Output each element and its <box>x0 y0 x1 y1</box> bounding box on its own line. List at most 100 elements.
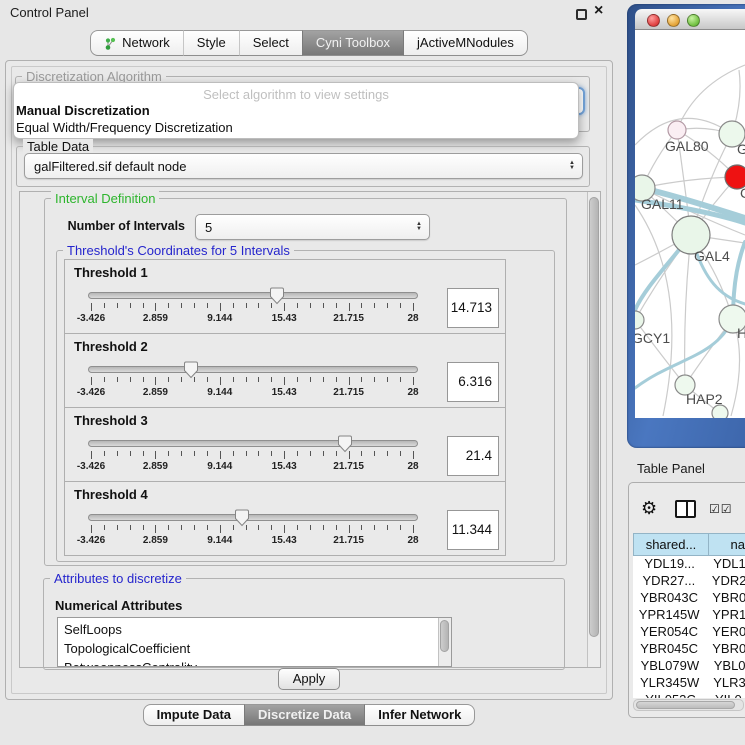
slider-thumb[interactable] <box>234 509 250 527</box>
network-node-label: GAL4 <box>694 248 730 264</box>
algorithm-popup-hint: Select algorithm to view settings <box>14 83 578 102</box>
scrollbar-thumb[interactable] <box>589 197 599 637</box>
settings-vertical-scrollbar[interactable] <box>587 192 600 667</box>
table-row[interactable]: YLR345WYLR3 <box>633 675 745 692</box>
network-node-label: GAL11 <box>641 196 684 212</box>
number-of-intervals-value: 5 <box>205 220 212 235</box>
table-data-group-title: Table Data <box>23 139 93 154</box>
network-node-label: C <box>740 185 745 201</box>
scrollbar-thumb[interactable] <box>440 620 449 652</box>
table-row[interactable]: YPR145WYPR1 <box>633 607 745 624</box>
network-node-label: H <box>737 325 745 341</box>
numerical-attributes-list[interactable]: SelfLoopsTopologicalCoefficientBetweenne… <box>57 617 452 667</box>
threshold-panel: Threshold 2 -3.4262.8599.14415.4321.7152… <box>64 333 506 408</box>
network-edge[interactable] <box>677 65 745 130</box>
threshold-value-field[interactable]: 14.713 <box>447 288 499 328</box>
threshold-panel: Threshold 4 -3.4262.8599.14415.4321.7152… <box>64 481 506 556</box>
network-node-label: GAL80 <box>665 138 709 154</box>
slider-track[interactable] <box>88 514 418 521</box>
tab-network[interactable]: Network <box>90 30 183 56</box>
list-vertical-scrollbar[interactable] <box>438 618 451 666</box>
network-node-label: GA <box>737 141 745 157</box>
slider-track[interactable] <box>88 440 418 447</box>
tab-cyni-toolbox[interactable]: Cyni Toolbox <box>302 30 404 56</box>
attribute-list-item[interactable]: TopologicalCoefficient <box>58 639 451 658</box>
control-panel-tabbar: NetworkStyleSelectCyni ToolboxjActiveMNo… <box>0 30 618 56</box>
column-header-name[interactable]: na <box>708 533 745 556</box>
column-checkboxes-icon[interactable]: ☑☑ <box>709 502 733 516</box>
tab-style[interactable]: Style <box>183 30 239 56</box>
network-icon <box>104 37 117 50</box>
traffic-light-minimize-icon[interactable] <box>667 14 680 27</box>
slider-track[interactable] <box>88 292 418 299</box>
network-graph[interactable]: GAL80 GA C GAL11 GAL4 GCY1 H HAP2 <box>635 30 745 418</box>
table-row[interactable]: YDR27...YDR2 <box>633 573 745 590</box>
threshold-label: Threshold 4 <box>74 487 148 502</box>
threshold-label: Threshold 3 <box>74 413 148 428</box>
threshold-panel: Threshold 1 -3.4262.8599.14415.4321.7152… <box>64 259 506 334</box>
algorithm-option[interactable]: Manual Discretization <box>14 102 578 119</box>
slider-thumb[interactable] <box>269 287 285 305</box>
slider-thumb[interactable] <box>337 435 353 453</box>
algorithm-dropdown-popup: Select algorithm to view settings Manual… <box>13 82 579 139</box>
table-row[interactable]: YER054CYER0 <box>633 624 745 641</box>
threshold-slider[interactable]: -3.4262.8599.14415.4321.71528 <box>85 434 421 480</box>
threshold-value-field[interactable]: 6.316 <box>447 362 499 402</box>
number-of-intervals-combobox[interactable]: 5 ▲▼ <box>195 214 430 240</box>
slider-thumb[interactable] <box>183 361 199 379</box>
table-row[interactable]: YIL052CYIL0 <box>633 692 745 698</box>
scrollbar-thumb[interactable] <box>636 701 735 709</box>
table-row[interactable]: YDL19...YDL1 <box>633 556 745 573</box>
control-panel-title: Control Panel <box>10 5 89 20</box>
combo-stepper-icon: ▲▼ <box>416 222 422 232</box>
table-row[interactable]: YBL079WYBL0 <box>633 658 745 675</box>
threshold-slider[interactable]: -3.4262.8599.14415.4321.71528 <box>85 508 421 554</box>
threshold-value-field[interactable]: 21.4 <box>447 436 499 476</box>
network-node-label: GCY1 <box>635 330 670 346</box>
cyni-mode-tabbar: Impute DataDiscretize DataInfer Network <box>0 704 618 726</box>
table-row[interactable]: YBR043CYBR0 <box>633 590 745 607</box>
network-window-titlebar[interactable] <box>635 9 745 30</box>
numerical-attributes-label: Numerical Attributes <box>55 598 182 613</box>
column-header-shared-name[interactable]: shared... <box>633 533 709 556</box>
split-columns-icon[interactable] <box>675 500 696 518</box>
network-edge[interactable] <box>642 177 737 188</box>
network-view-canvas[interactable]: GAL80 GA C GAL11 GAL4 GCY1 H HAP2 <box>635 30 745 418</box>
combo-stepper-icon: ▲▼ <box>569 161 575 171</box>
node-table-rows: YDL19...YDL1YDR27...YDR2YBR043CYBR0YPR14… <box>633 556 745 698</box>
close-icon[interactable]: × <box>594 2 603 20</box>
network-edge[interactable] <box>685 235 691 385</box>
traffic-light-close-icon[interactable] <box>647 14 660 27</box>
tab-select[interactable]: Select <box>239 30 302 56</box>
tab-jactivemnodules[interactable]: jActiveMNodules <box>404 30 528 56</box>
interval-definition-group-title: Interval Definition <box>51 191 159 206</box>
tab-infer-network[interactable]: Infer Network <box>365 704 475 726</box>
tab-impute-data[interactable]: Impute Data <box>143 704 244 726</box>
threshold-label: Threshold 2 <box>74 339 148 354</box>
attribute-list-item[interactable]: BetweennessCentrality <box>58 658 451 667</box>
network-node-label: HAP2 <box>686 391 723 407</box>
tab-discretize-data[interactable]: Discretize Data <box>244 704 365 726</box>
network-node[interactable] <box>635 311 644 329</box>
traffic-light-zoom-icon[interactable] <box>687 14 700 27</box>
screen: Control Panel × NetworkStyleSelectCyni T… <box>0 0 745 745</box>
apply-button[interactable]: Apply <box>278 668 340 690</box>
slider-track[interactable] <box>88 366 418 373</box>
network-node[interactable] <box>668 121 686 139</box>
table-panel-title: Table Panel <box>637 461 705 476</box>
table-data-combobox[interactable]: galFiltered.sif default node ▲▼ <box>24 153 583 179</box>
table-row[interactable]: YBR045CYBR0 <box>633 641 745 658</box>
thresholds-group-title: Threshold's Coordinates for 5 Intervals <box>63 243 294 258</box>
gear-icon[interactable]: ⚙ <box>641 499 657 517</box>
number-of-intervals-label: Number of Intervals <box>60 219 185 233</box>
attributes-group-title: Attributes to discretize <box>50 571 186 586</box>
threshold-label: Threshold 1 <box>74 265 148 280</box>
threshold-value-field[interactable]: 11.344 <box>447 510 499 550</box>
table-data-selected-value: galFiltered.sif default node <box>34 159 186 174</box>
float-window-icon[interactable] <box>576 9 587 20</box>
threshold-slider[interactable]: -3.4262.8599.14415.4321.71528 <box>85 286 421 332</box>
attribute-list-item[interactable]: SelfLoops <box>58 620 451 639</box>
table-horizontal-scrollbar[interactable] <box>633 699 744 711</box>
threshold-slider[interactable]: -3.4262.8599.14415.4321.71528 <box>85 360 421 406</box>
algorithm-option[interactable]: Equal Width/Frequency Discretization <box>14 119 578 136</box>
